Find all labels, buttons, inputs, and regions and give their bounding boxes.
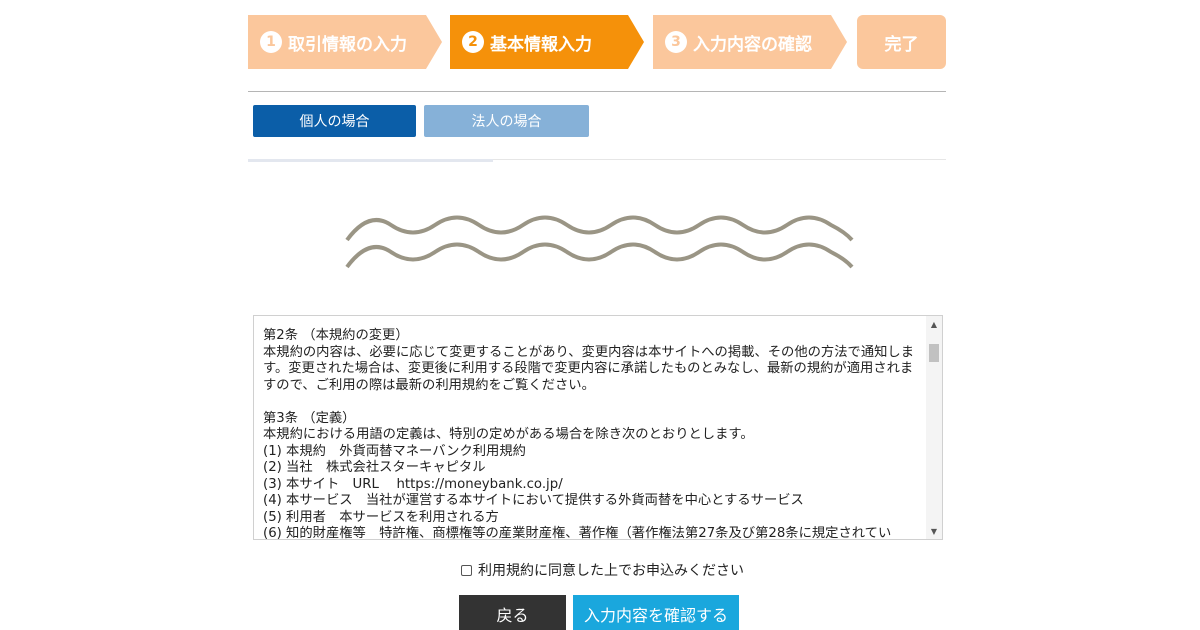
scroll-thumb[interactable] bbox=[929, 344, 939, 362]
confirm-button[interactable]: 入力内容を確認する bbox=[573, 595, 739, 630]
terms-scrollbar[interactable]: ▲ ▼ bbox=[926, 316, 942, 539]
agree-checkbox[interactable] bbox=[461, 564, 472, 576]
back-button[interactable]: 戻る bbox=[459, 595, 566, 630]
step-1-label: 取引情報の入力 bbox=[288, 34, 407, 55]
section-divider bbox=[248, 91, 946, 92]
step-1-number: 1 bbox=[260, 31, 282, 53]
tab-personal[interactable]: 個人の場合 bbox=[253, 105, 416, 137]
agree-checkbox-row[interactable]: 利用規約に同意した上でお申込みください bbox=[461, 560, 744, 580]
tab-underline-active bbox=[248, 159, 493, 162]
step-4-complete: 完了 bbox=[857, 15, 946, 69]
wavy-break-icon bbox=[345, 215, 854, 269]
step-4-label: 完了 bbox=[884, 34, 919, 55]
step-3-number: 3 bbox=[665, 31, 687, 53]
step-2-number: 2 bbox=[462, 31, 484, 53]
step-2-basic-info: 2 基本情報入力 bbox=[450, 15, 644, 69]
step-2-label: 基本情報入力 bbox=[490, 34, 592, 55]
step-1-transaction-info: 1 取引情報の入力 bbox=[248, 15, 442, 69]
scroll-up-icon[interactable]: ▲ bbox=[926, 316, 942, 332]
progress-steps: 1 取引情報の入力 2 基本情報入力 3 入力内容の確認 完了 bbox=[248, 15, 946, 69]
terms-text: 第2条 （本規約の変更） 本規約の内容は、必要に応じて変更することがあり、変更内… bbox=[263, 328, 915, 540]
step-3-label: 入力内容の確認 bbox=[693, 34, 812, 55]
tab-corporate[interactable]: 法人の場合 bbox=[424, 105, 589, 137]
scroll-down-icon[interactable]: ▼ bbox=[926, 523, 942, 539]
step-3-confirm-input: 3 入力内容の確認 bbox=[653, 15, 847, 69]
terms-textarea[interactable]: 第2条 （本規約の変更） 本規約の内容は、必要に応じて変更することがあり、変更内… bbox=[253, 315, 943, 540]
agree-label: 利用規約に同意した上でお申込みください bbox=[478, 563, 744, 579]
